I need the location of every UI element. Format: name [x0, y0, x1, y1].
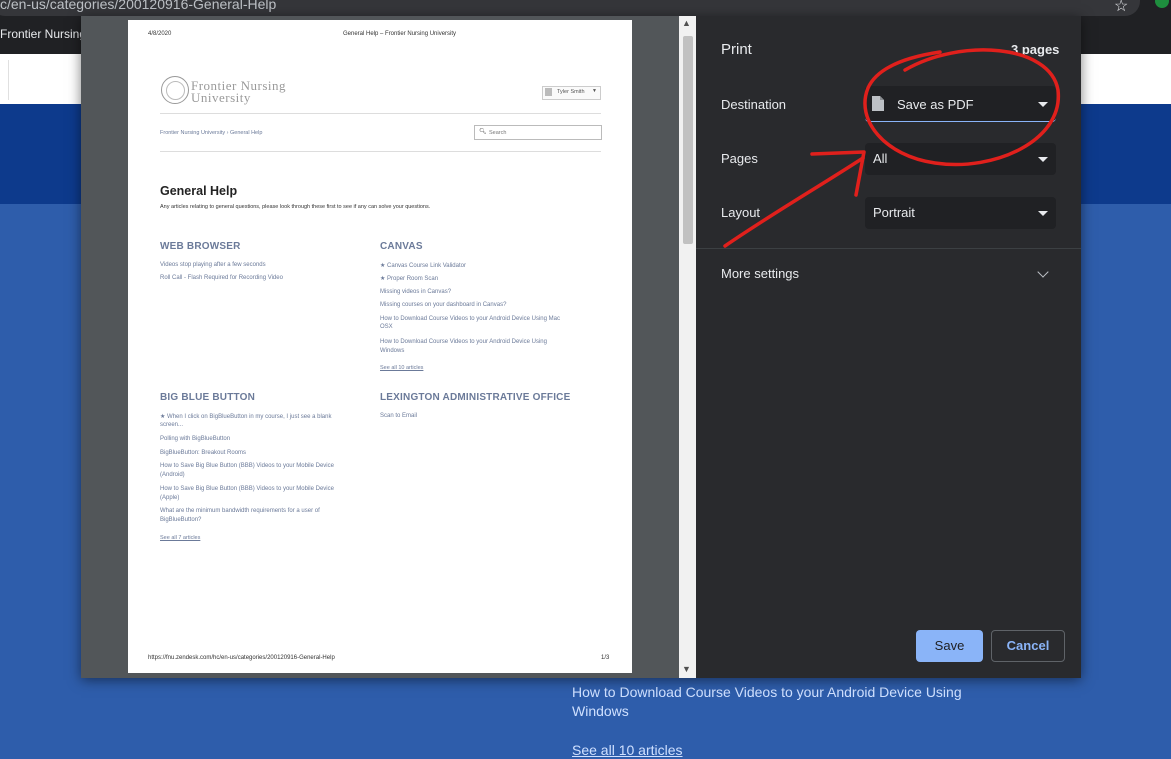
- preview-user-name: Tyler Smith: [557, 89, 585, 95]
- pages-value[interactable]: All: [873, 151, 887, 166]
- scroll-up-arrow-icon[interactable]: ▲: [682, 18, 691, 28]
- preview-header-date: 4/8/2020: [148, 31, 172, 37]
- list-item-continued: (Apple): [160, 495, 180, 501]
- preview-page-title: General Help: [160, 184, 238, 198]
- user-avatar-icon: [545, 88, 552, 96]
- list-item: ★ When I click on BigBlueButton in my co…: [160, 414, 332, 420]
- preview-page-description: Any articles relating to general questio…: [160, 204, 431, 210]
- list-item-continued: screen...: [160, 422, 184, 428]
- preview-breadcrumb: Frontier Nursing University › General He…: [160, 130, 263, 136]
- list-item: Roll Call - Flash Required for Recording…: [160, 275, 283, 281]
- list-item: Missing videos in Canvas?: [380, 289, 452, 295]
- cancel-button[interactable]: Cancel: [991, 630, 1065, 662]
- list-item: How to Download Course Videos to your An…: [380, 316, 560, 322]
- preview-divider: [160, 113, 601, 114]
- destination-label: Destination: [721, 97, 787, 112]
- section-title-big-blue-button: BIG BLUE BUTTON: [160, 392, 256, 403]
- list-item-continued: BigBlueButton?: [160, 517, 202, 523]
- more-settings-toggle[interactable]: More settings: [721, 266, 799, 281]
- chevron-down-icon[interactable]: [1038, 157, 1048, 162]
- list-item-continued: (Android): [160, 472, 185, 478]
- list-item: BigBlueButton: Breakout Rooms: [160, 450, 247, 456]
- university-seal-inner: [166, 81, 185, 100]
- preview-search-placeholder: Search: [489, 130, 507, 136]
- list-item-continued: OSX: [380, 324, 393, 330]
- preview-header-title: General Help – Frontier Nursing Universi…: [343, 31, 457, 37]
- chevron-down-icon[interactable]: [1038, 102, 1048, 107]
- list-item: Polling with BigBlueButton: [160, 436, 231, 442]
- layout-value[interactable]: Portrait: [873, 205, 915, 220]
- document-icon: [872, 96, 884, 111]
- print-title: Print: [721, 41, 752, 58]
- bookmark-item[interactable]: Frontier Nursing: [0, 27, 86, 41]
- pages-label: Pages: [721, 151, 758, 166]
- preview-footer-page: 1/3: [601, 655, 610, 661]
- list-item: What are the minimum bandwidth requireme…: [160, 508, 320, 514]
- preview-footer-url: https://fnu.zendesk.com/hc/en-us/categor…: [148, 655, 335, 661]
- pages-select[interactable]: [865, 143, 1056, 175]
- sheet-count: 3 pages: [1011, 42, 1060, 57]
- list-item: How to Download Course Videos to your An…: [380, 339, 547, 345]
- see-all-link: See all 10 articles: [380, 365, 424, 371]
- list-item: How to Save Big Blue Button (BBB) Videos…: [160, 486, 334, 492]
- list-item: Videos stop playing after a few seconds: [160, 262, 266, 268]
- logo-text-line2: University: [191, 90, 251, 105]
- address-bar-url[interactable]: c/en-us/categories/200120916-General-Hel…: [0, 0, 276, 12]
- see-all-link: See all 7 articles: [160, 535, 201, 541]
- list-item: ★ Canvas Course Link Validator: [380, 263, 466, 269]
- bookmark-star-icon[interactable]: ☆: [1114, 0, 1128, 16]
- site-article-link[interactable]: How to Download Course Videos to your An…: [572, 684, 962, 700]
- list-item: Scan to Email: [380, 413, 418, 419]
- preview-divider: [160, 151, 601, 152]
- chevron-down-icon[interactable]: [1038, 211, 1048, 216]
- section-title-lexington: LEXINGTON ADMINISTRATIVE OFFICE: [380, 392, 571, 403]
- section-title-web-browser: WEB BROWSER: [160, 241, 241, 252]
- preview-page: [128, 20, 632, 673]
- caret-down-icon: ▼: [592, 88, 597, 94]
- layout-label: Layout: [721, 205, 761, 220]
- scroll-down-arrow-icon[interactable]: ▼: [682, 664, 691, 674]
- scrollbar-thumb[interactable]: [683, 36, 693, 244]
- list-item: How to Save Big Blue Button (BBB) Videos…: [160, 463, 334, 469]
- section-title-canvas: CANVAS: [380, 241, 423, 252]
- save-button[interactable]: Save: [916, 630, 983, 662]
- list-item: ★ Proper Room Scan: [380, 276, 439, 282]
- search-icon: 🔍︎: [479, 129, 487, 135]
- destination-value[interactable]: Save as PDF: [897, 97, 974, 112]
- site-article-link-continued[interactable]: Windows: [572, 703, 629, 719]
- list-item-continued: Windows: [380, 348, 405, 354]
- list-item: Missing courses on your dashboard in Can…: [380, 302, 507, 308]
- settings-divider: [696, 248, 1081, 249]
- site-header-divider: [8, 60, 9, 100]
- site-see-all-link[interactable]: See all 10 articles: [572, 742, 683, 758]
